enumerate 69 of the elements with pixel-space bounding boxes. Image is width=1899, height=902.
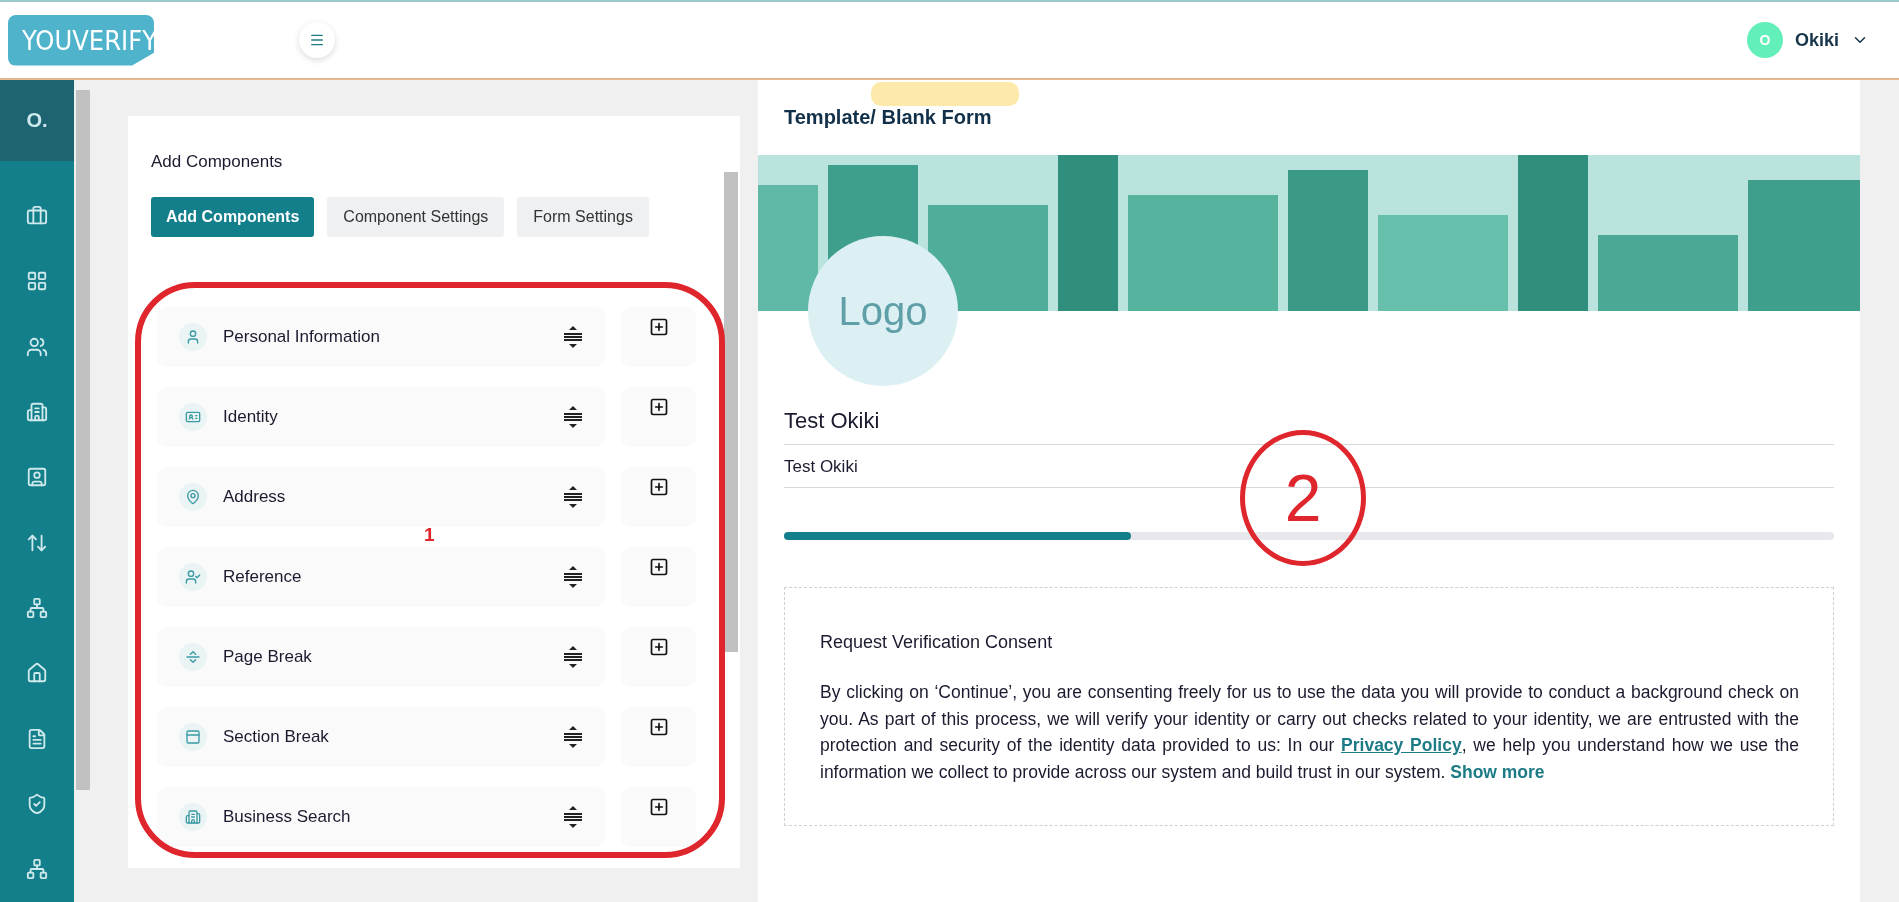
shield-icon[interactable] [26,792,48,815]
tab[interactable]: Form Settings [517,197,649,237]
component-label: Address [223,487,287,507]
show-more-link[interactable]: Show more [1450,761,1545,782]
person-icon [179,323,207,351]
drag-handle-icon[interactable] [563,486,583,508]
component-item[interactable]: Address [157,467,605,527]
annotation-number: 1 [424,526,435,544]
component-label: Page Break [223,647,313,667]
component-label: Reference [223,567,303,587]
add-button[interactable] [621,467,696,527]
add-button[interactable] [621,787,696,847]
add-button[interactable] [621,307,696,367]
component-item[interactable]: Page Break [157,627,605,687]
plus-square-icon [648,397,669,417]
component-label: Section Break [223,727,330,747]
consent-title: Request Verification Consent [820,632,1054,653]
form-name: Test Okiki [784,386,1834,445]
menu-icon [309,32,325,48]
component-item[interactable]: Reference [157,547,605,607]
add-button[interactable] [621,547,696,607]
add-button[interactable] [621,627,696,687]
plus-square-icon [648,557,669,577]
component-item[interactable]: Section Break [157,707,605,767]
add-button[interactable] [621,387,696,447]
plus-square-icon [648,797,669,817]
page-break-icon [179,643,207,671]
drag-handle-icon[interactable] [563,806,583,828]
component-label: Identity [223,407,279,427]
building-icon [179,803,207,831]
plus-square-icon [648,637,669,657]
buildings-icon[interactable] [26,400,48,423]
person-check-icon [179,563,207,591]
drag-handle-icon[interactable] [563,326,583,348]
component-label: Personal Information [223,327,381,347]
network-icon[interactable] [26,596,48,619]
user-card-icon[interactable] [26,466,48,489]
drag-handle-icon[interactable] [563,566,583,588]
drag-handle-icon[interactable] [563,646,583,668]
form-title: Template/ Blank Form [784,106,992,128]
component-item[interactable]: Business Search [157,787,605,847]
workspace-badge[interactable]: O. [0,80,74,162]
location-pin-icon [179,483,207,511]
user-name[interactable]: Okiki [1794,29,1839,51]
tab[interactable]: Add Components [151,197,315,237]
component-item[interactable]: Personal Information [157,307,605,367]
menu-button[interactable] [299,22,335,58]
briefcase-icon[interactable] [26,204,48,227]
component-item[interactable]: Identity [157,387,605,447]
consent-text: By clicking on ‘Continue’, you are consenting freely for us to use the data you will provide to conduct a background check on you. As part of this process, we will verify your identity or carry out checks related to your identity, we are entrusted with the protection and security of the identity data provided to us: In our Privacy Policy, we help you understand how we use the information we collect to provide across our system and build trust in our system. Show more [820,681,1799,784]
drag-handle-icon[interactable] [563,406,583,428]
home-icon[interactable] [26,662,48,685]
grid-icon[interactable] [26,270,48,293]
users-icon[interactable] [26,335,48,358]
add-button[interactable] [621,707,696,767]
plus-square-icon [648,717,669,737]
section-icon [179,723,207,751]
document-icon[interactable] [26,727,48,750]
plus-square-icon [648,477,669,497]
plus-square-icon [648,317,669,337]
scrollbar[interactable] [74,80,92,902]
annotation-circle: 2 [1240,430,1366,566]
tab[interactable]: Component Settings [327,197,505,237]
component-label: Business Search [223,807,352,827]
panel-title: Add Components [151,152,284,172]
network-icon[interactable] [26,858,48,881]
privacy-policy-link[interactable]: Privacy Policy [1341,735,1462,755]
drag-handle-icon[interactable] [563,726,583,748]
id-card-icon [179,403,207,431]
